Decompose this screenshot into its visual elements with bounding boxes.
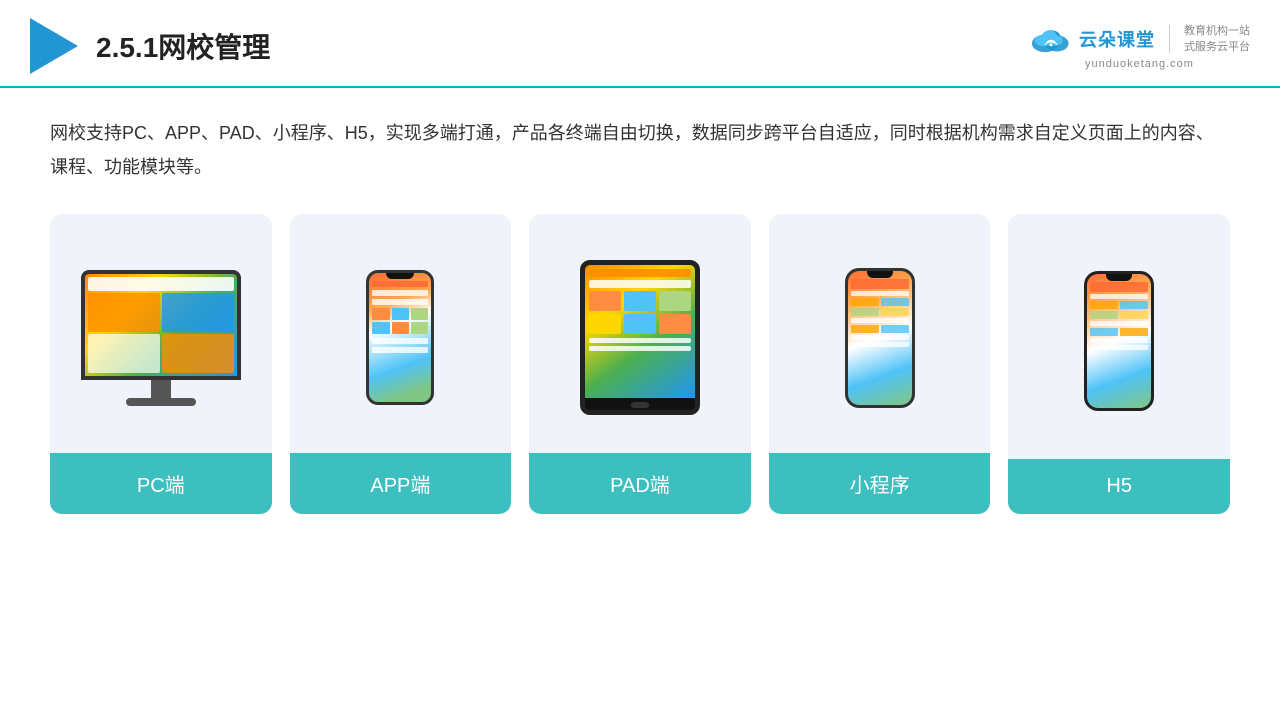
- app-phone: [366, 270, 434, 405]
- header: 2.5.1网校管理 云朵课堂 教育机构一站 式服务云平台: [0, 0, 1280, 88]
- brand-url: yunduoketang.com: [1085, 58, 1194, 70]
- miniprogram-image-area: [769, 214, 991, 453]
- brand-cloud: 云朵课堂 教育机构一站 式服务云平台: [1029, 23, 1250, 56]
- mini-phone-screen: [848, 271, 912, 405]
- monitor-screen: [85, 274, 237, 376]
- app-image-area: [290, 214, 512, 453]
- phone-notch: [386, 273, 414, 279]
- header-left: 2.5.1网校管理: [30, 18, 270, 74]
- pc-card: PC端: [50, 214, 272, 514]
- tablet-home-btn: [631, 402, 649, 408]
- pc-monitor: [81, 270, 241, 406]
- page-title-number: 2.5.1: [96, 32, 158, 63]
- pad-label: PAD端: [529, 453, 751, 514]
- monitor-stand-base: [126, 398, 196, 406]
- brand-slogan: 教育机构一站 式服务云平台: [1184, 23, 1250, 56]
- miniprogram-label: 小程序: [769, 453, 991, 514]
- brand-slogan-line1: 教育机构一站: [1184, 23, 1250, 40]
- app-card: APP端: [290, 214, 512, 514]
- pad-card: PAD端: [529, 214, 751, 514]
- monitor-stand-neck: [151, 380, 171, 398]
- h5-phone-notch: [1106, 274, 1132, 281]
- tablet-screen: [585, 265, 695, 398]
- brand-slogan-line2: 式服务云平台: [1184, 39, 1250, 56]
- app-label: APP端: [290, 453, 512, 514]
- h5-image-area: [1008, 214, 1230, 459]
- pad-tablet: [580, 260, 700, 415]
- logo-triangle-icon: [30, 18, 78, 74]
- cards-container: PC端: [0, 194, 1280, 544]
- page-title: 2.5.1网校管理: [96, 26, 270, 66]
- h5-card: H5: [1008, 214, 1230, 514]
- brand-logo: 云朵课堂 教育机构一站 式服务云平台 yunduoketang.com: [1029, 23, 1250, 70]
- brand-name: 云朵课堂: [1079, 26, 1155, 52]
- brand-divider: [1169, 25, 1170, 53]
- description-text: 网校支持PC、APP、PAD、小程序、H5，实现多端打通，产品各终端自由切换，数…: [50, 116, 1230, 184]
- h5-label: H5: [1008, 459, 1230, 514]
- miniprogram-card: 小程序: [769, 214, 991, 514]
- phone-screen: [369, 273, 431, 402]
- mini-phone-notch: [867, 271, 893, 278]
- pad-image-area: [529, 214, 751, 453]
- page-title-cn: 网校管理: [158, 32, 270, 63]
- monitor-body: [81, 270, 241, 380]
- description: 网校支持PC、APP、PAD、小程序、H5，实现多端打通，产品各终端自由切换，数…: [0, 88, 1280, 194]
- h5-phone: [1084, 271, 1154, 411]
- pc-image-area: [50, 214, 272, 453]
- cloud-icon: [1029, 24, 1073, 54]
- mini-phone: [845, 268, 915, 408]
- h5-phone-screen: [1087, 274, 1151, 408]
- pc-label: PC端: [50, 453, 272, 514]
